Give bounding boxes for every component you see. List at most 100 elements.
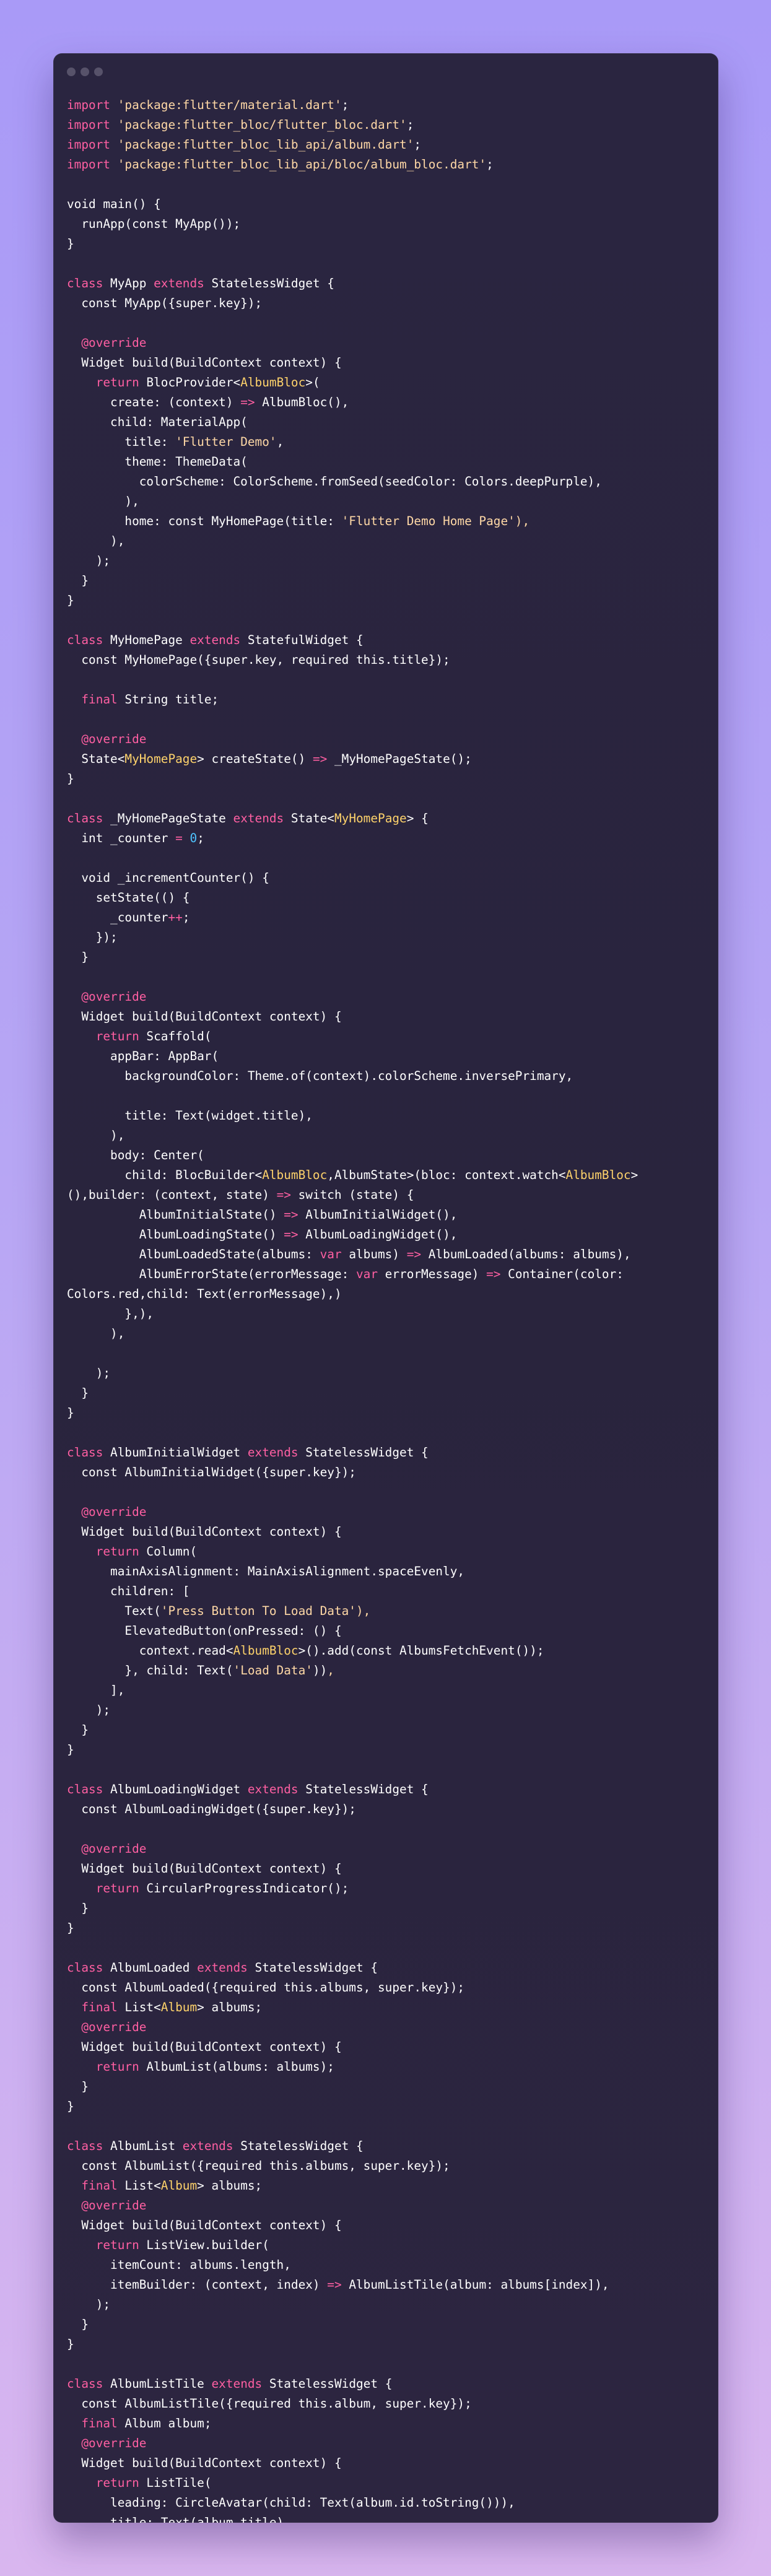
code-token: MyHomePage <box>334 811 407 825</box>
window-control-dot[interactable] <box>67 67 76 76</box>
code-token: } <box>67 1743 74 1757</box>
code-line: const AlbumLoaded({required this.albums,… <box>67 1978 712 1998</box>
code-token: ,AlbumState>(bloc: context.watch< <box>327 1168 566 1182</box>
code-token: Album album; <box>117 2416 212 2430</box>
code-line: Widget build(BuildContext context) { <box>67 1007 712 1027</box>
code-line: context.read<AlbumBloc>().add(const Albu… <box>67 1641 712 1661</box>
code-token: const AlbumLoadingWidget({super.key}); <box>67 1802 356 1816</box>
code-line: } <box>67 591 712 611</box>
code-line: import 'package:flutter_bloc_lib_api/alb… <box>67 135 712 155</box>
code-token: return <box>67 1029 139 1043</box>
code-token: @override <box>67 2436 147 2450</box>
code-line: Widget build(BuildContext context) { <box>67 1859 712 1879</box>
code-line: ), <box>67 1126 712 1146</box>
code-token: final <box>67 2416 118 2430</box>
code-token: const MyApp({super.key}); <box>67 296 263 310</box>
code-token: AlbumList <box>103 2139 183 2153</box>
code-token: }); <box>67 930 118 944</box>
code-token: Widget build(BuildContext context) { <box>67 1861 342 1876</box>
code-token: AlbumBloc <box>233 1643 298 1658</box>
code-token: class <box>67 2377 103 2391</box>
code-token: AlbumInitialWidget <box>103 1445 248 1460</box>
code-token: class <box>67 1445 103 1460</box>
code-line: ], <box>67 1681 712 1700</box>
code-token: itemBuilder: (context, index) <box>67 2278 328 2292</box>
code-token: => <box>284 1208 298 1222</box>
code-token: } <box>67 237 74 251</box>
code-token: extends <box>211 2377 263 2391</box>
code-token: const AlbumListTile({required this.album… <box>67 2396 472 2411</box>
code-line: ); <box>67 1364 712 1383</box>
code-line: ), <box>67 1324 712 1344</box>
window-titlebar <box>53 53 718 88</box>
code-line: setState(() { <box>67 888 712 908</box>
code-token: AlbumLoaded(albums: albums), <box>421 1247 631 1261</box>
code-token: ), <box>67 534 125 548</box>
code-token: StatefulWidget { <box>240 633 364 647</box>
code-token: final <box>67 692 118 707</box>
code-token: >( <box>305 375 320 389</box>
code-line: class AlbumLoaded extends StatelessWidge… <box>67 1958 712 1978</box>
code-token: Text( <box>67 1604 161 1618</box>
code-token: extends <box>247 1445 298 1460</box>
code-token: } <box>67 1723 89 1737</box>
code-token: AlbumLoadingWidget(), <box>298 1227 458 1242</box>
code-token: ); <box>67 1366 111 1380</box>
code-token: ElevatedButton(onPressed: () { <box>67 1624 342 1638</box>
code-token: Widget build(BuildContext context) { <box>67 1525 342 1539</box>
code-token: CircularProgressIndicator(); <box>139 1881 349 1895</box>
code-token: } <box>67 1406 74 1420</box>
code-token: return <box>67 2238 139 2252</box>
code-token: AlbumInitialWidget(), <box>298 1208 458 1222</box>
code-line: } <box>67 1403 712 1423</box>
code-token: AlbumLoaded <box>103 1960 198 1975</box>
window-control-dot[interactable] <box>81 67 89 76</box>
code-token: Colors.red,child: Text(errorMessage),) <box>67 1287 342 1301</box>
code-token: AlbumBloc <box>565 1168 631 1182</box>
code-token: => <box>240 395 255 409</box>
code-line: runApp(const MyApp()); <box>67 214 712 234</box>
code-line: return ListView.builder( <box>67 2235 712 2255</box>
code-line: final String title; <box>67 690 712 710</box>
code-line: const MyHomePage({super.key, required th… <box>67 650 712 670</box>
code-token: } <box>67 593 74 607</box>
code-token: @override <box>67 2198 147 2213</box>
code-line: title: Text(widget.title), <box>67 1106 712 1126</box>
code-token: void main() { <box>67 197 161 211</box>
code-token: )) <box>312 1663 328 1677</box>
code-token: AlbumErrorState(errorMessage: <box>67 1267 356 1281</box>
code-token: title: Text(widget.title), <box>67 1108 313 1123</box>
code-line: },), <box>67 1304 712 1324</box>
code-token: Album <box>160 2178 198 2193</box>
window-control-dot[interactable] <box>94 67 103 76</box>
code-line: leading: CircleAvatar(child: Text(album.… <box>67 2493 712 2513</box>
code-token: @override <box>67 336 147 350</box>
code-token: _MyHomePageState(); <box>327 752 472 766</box>
code-token: mainAxisAlignment: MainAxisAlignment.spa… <box>67 1564 465 1578</box>
code-line: mainAxisAlignment: MainAxisAlignment.spa… <box>67 1562 712 1582</box>
code-line: return Scaffold( <box>67 1027 712 1046</box>
code-token: State< <box>284 811 334 825</box>
code-line: } <box>67 1383 712 1403</box>
code-token: },), <box>67 1307 154 1321</box>
code-editor: import 'package:flutter/material.dart'; i… <box>67 95 712 2523</box>
code-token: AlbumBloc <box>240 375 306 389</box>
code-line: import 'package:flutter_bloc/flutter_blo… <box>67 115 712 135</box>
code-token: String title; <box>117 692 219 707</box>
code-line: import 'package:flutter/material.dart'; <box>67 95 712 115</box>
code-line: AlbumErrorState(errorMessage: var errorM… <box>67 1264 712 1284</box>
code-token: 'Flutter Demo' <box>175 435 277 449</box>
code-line: const AlbumLoadingWidget({super.key}); <box>67 1799 712 1819</box>
code-token: @override <box>67 732 147 746</box>
code-token: create: (context) <box>67 395 241 409</box>
code-token: Widget build(BuildContext context) { <box>67 2218 342 2232</box>
code-line: @override <box>67 333 712 353</box>
code-token: => <box>486 1267 501 1281</box>
code-line: } <box>67 2097 712 2117</box>
